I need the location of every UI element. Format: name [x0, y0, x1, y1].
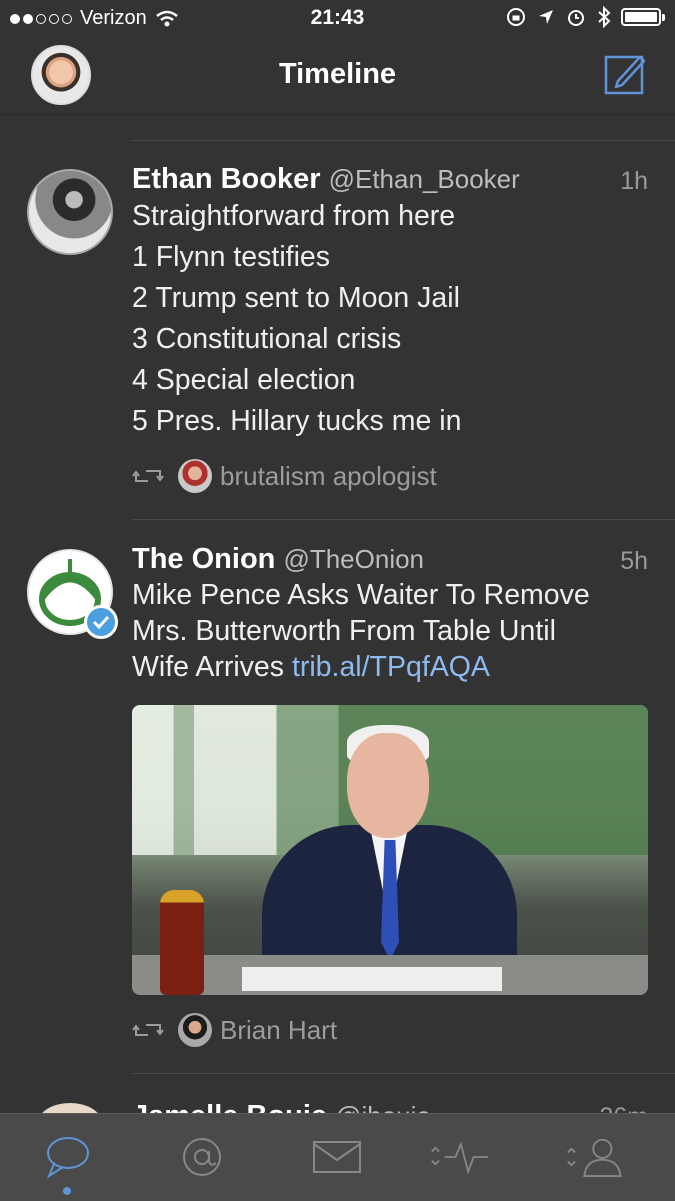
compose-icon[interactable] — [604, 53, 646, 95]
rotation-lock-icon — [507, 8, 525, 26]
tab-mentions[interactable] — [172, 1132, 232, 1182]
tab-profile[interactable] — [566, 1132, 626, 1182]
tweet-line: 5 Pres. Hillary tucks me in — [132, 405, 462, 437]
tweet-line: 2 Trump sent to Moon Jail — [132, 282, 460, 314]
location-icon — [539, 10, 553, 24]
tweet-line: Mike Pence Asks Waiter To Remove — [132, 579, 590, 611]
tab-messages[interactable] — [307, 1132, 367, 1182]
mentions-at-icon — [183, 1138, 221, 1176]
retweeter-avatar — [178, 1013, 212, 1047]
tweet-line-text: Wife Arrives — [132, 651, 292, 683]
retweet-icon — [132, 470, 164, 482]
tweet-line: 1 Flynn testifies — [132, 241, 330, 273]
tweet-link[interactable]: trib.al/TPqfAQA — [292, 651, 490, 683]
author-handle: @Ethan_Booker — [328, 164, 520, 194]
retweeted-by[interactable]: Brian Hart — [132, 1013, 337, 1047]
retweet-icon — [132, 1024, 164, 1036]
photo-subject-face — [347, 733, 429, 838]
tweet-text: Straightforward from here 1 Flynn testif… — [132, 196, 647, 442]
retweeter-avatar — [178, 459, 212, 493]
tweet-line: Straightforward from here — [132, 200, 456, 232]
active-tab-indicator — [63, 1187, 71, 1195]
verified-badge-icon — [84, 605, 118, 639]
retweeted-by[interactable]: brutalism apologist — [132, 459, 437, 493]
tweet-text: Mike Pence Asks Waiter To Remove Mrs. Bu… — [132, 577, 647, 685]
tweet-line: 4 Special election — [132, 364, 356, 396]
tab-bar — [0, 1113, 675, 1201]
tweet-line: Mrs. Butterworth From Table Until — [132, 615, 556, 647]
alarm-icon — [568, 10, 584, 26]
profile-person-icon — [567, 1138, 622, 1177]
avatar[interactable] — [27, 169, 113, 255]
tab-timeline[interactable] — [38, 1132, 98, 1182]
activity-pulse-icon — [431, 1141, 489, 1175]
author-name: Ethan Booker — [132, 163, 321, 195]
photo-placemat — [242, 967, 502, 991]
bluetooth-icon — [598, 6, 611, 28]
author-handle: @TheOnion — [283, 544, 425, 574]
retweeter-name: brutalism apologist — [220, 460, 437, 491]
retweeter-name: Brian Hart — [220, 1014, 338, 1045]
tab-activity[interactable] — [430, 1132, 490, 1182]
tweet-line: Wife Arrives trib.al/TPqfAQA — [132, 649, 647, 685]
tweet-time: 5h — [620, 547, 648, 575]
navigation-bar: Timeline — [0, 38, 675, 115]
timeline-bubble-icon — [46, 1137, 89, 1179]
battery-icon — [621, 8, 661, 26]
messages-envelope-icon — [313, 1141, 361, 1173]
divider — [132, 1073, 675, 1074]
divider — [132, 140, 675, 141]
divider — [132, 519, 675, 520]
tweet-line: 3 Constitutional crisis — [132, 323, 402, 355]
status-bar: Verizon 21:43 — [0, 0, 675, 38]
tweet-time: 1h — [620, 167, 648, 195]
timeline-feed[interactable]: Ethan Booker @Ethan_Booker 1h Straightfo… — [0, 115, 675, 1115]
page-title: Timeline — [278, 58, 397, 90]
author-name: The Onion — [132, 543, 276, 575]
tweet-author-line: The Onion @TheOnion — [132, 543, 424, 576]
tweet-photo[interactable] — [132, 705, 648, 995]
tweet-author-line: Ethan Booker @Ethan_Booker — [132, 163, 520, 196]
photo-syrup-bottle — [160, 890, 204, 995]
